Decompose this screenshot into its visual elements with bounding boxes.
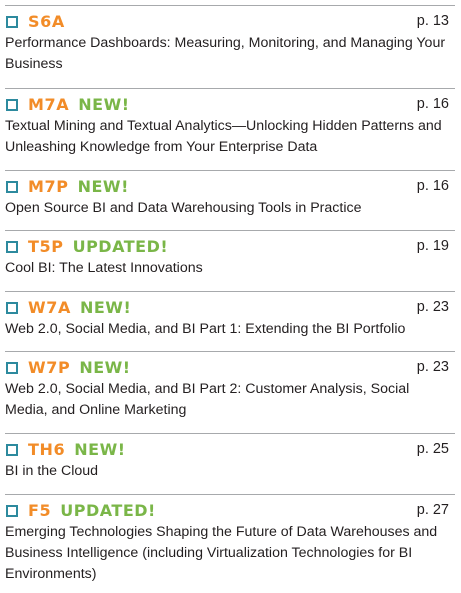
course-entry-m7a: M7A NEW! p. 16 Textual Mining and Textua… [5,88,455,160]
page-number: p. 23 [416,299,449,315]
page-number: p. 13 [416,13,449,29]
course-tag: UPDATED! [60,501,156,520]
course-tag: NEW! [79,358,131,377]
course-header: W7P NEW! p. 23 [5,358,455,377]
checkbox-icon[interactable] [6,301,18,314]
course-title: Open Source BI and Data Warehousing Tool… [5,200,362,216]
checkbox-icon[interactable] [6,15,18,28]
checkbox-icon[interactable] [6,180,18,193]
page-number: p. 25 [416,441,449,457]
checkbox-icon[interactable] [6,240,18,253]
course-title: Web 2.0, Social Media, and BI Part 1: Ex… [5,321,406,337]
page-number: p. 19 [416,238,449,254]
course-entry-f5: F5 UPDATED! p. 27 Emerging Technologies … [5,494,455,590]
course-code: F5 [28,501,52,520]
course-code: S6A [28,12,65,31]
course-code: TH6 [28,440,66,459]
checkbox-icon[interactable] [6,361,18,374]
course-entry-t5p: T5P UPDATED! p. 19 Cool BI: The Latest I… [5,230,455,280]
course-code: W7P [28,358,71,377]
course-entry-m7p: M7P NEW! p. 16 Open Source BI and Data W… [5,170,455,220]
course-header: TH6 NEW! p. 25 [5,440,455,459]
course-header: M7P NEW! p. 16 [5,177,455,196]
course-title: Web 2.0, Social Media, and BI Part 2: Cu… [5,381,410,418]
course-title: Emerging Technologies Shaping the Future… [5,524,438,582]
course-header: F5 UPDATED! p. 27 [5,501,455,520]
course-entry-w7p: W7P NEW! p. 23 Web 2.0, Social Media, an… [5,351,455,423]
course-tag: NEW! [78,95,130,114]
course-code: M7P [28,177,69,196]
course-tag: NEW! [77,177,129,196]
course-header: T5P UPDATED! p. 19 [5,237,455,256]
course-header: W7A NEW! p. 23 [5,298,455,317]
course-code: T5P [28,237,64,256]
course-entry-w7a: W7A NEW! p. 23 Web 2.0, Social Media, an… [5,291,455,341]
course-tag: NEW! [79,298,132,317]
course-code: W7A [28,298,71,317]
course-title: Cool BI: The Latest Innovations [5,260,203,276]
page-number: p. 27 [416,502,449,518]
course-entry-s6a: S6A p. 13 Performance Dashboards: Measur… [5,5,455,77]
course-tag: UPDATED! [72,237,169,256]
checkbox-icon[interactable] [6,98,18,111]
course-entry-th6: TH6 NEW! p. 25 BI in the Cloud [5,433,455,483]
checkbox-icon[interactable] [6,443,18,456]
course-header: S6A p. 13 [5,12,455,31]
checkbox-icon[interactable] [6,504,18,517]
course-tag: NEW! [74,440,126,459]
course-header: M7A NEW! p. 16 [5,95,455,114]
page-number: p. 16 [416,178,449,194]
course-title: BI in the Cloud [5,463,99,479]
course-title: Performance Dashboards: Measuring, Monit… [5,35,446,72]
course-code: M7A [28,95,70,114]
page-number: p. 23 [416,359,449,375]
page-number: p. 16 [416,96,449,112]
course-title: Textual Mining and Textual Analytics—Unl… [5,118,442,155]
